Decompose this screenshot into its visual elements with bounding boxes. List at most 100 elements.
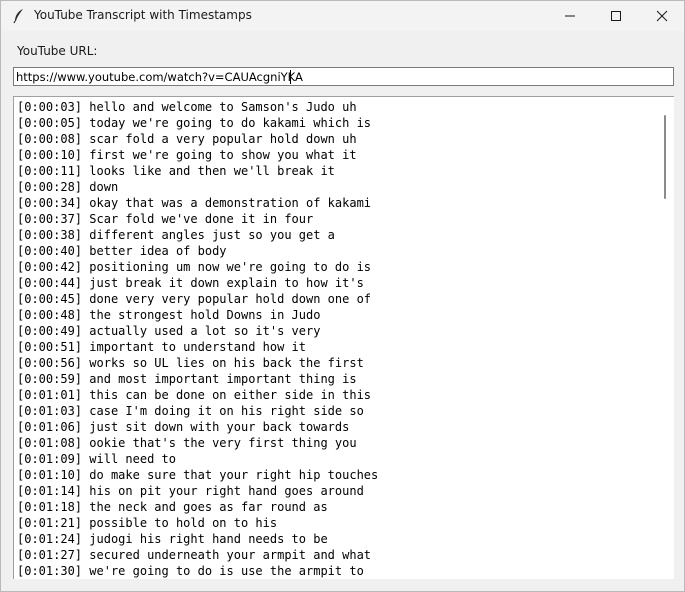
- transcript-timestamp: [0:01:21]: [17, 516, 83, 530]
- url-label: YouTube URL:: [17, 44, 98, 58]
- transcript-line: [0:00:44] just break it down explain to …: [17, 275, 378, 291]
- transcript-timestamp: [0:01:24]: [17, 532, 83, 546]
- transcript-text: down: [89, 180, 119, 194]
- transcript-line: [0:00:37] Scar fold we've done it in fou…: [17, 211, 378, 227]
- transcript-line: [0:00:56] works so UL lies on his back t…: [17, 355, 378, 371]
- maximize-button[interactable]: [593, 1, 639, 31]
- transcript-timestamp: [0:00:44]: [17, 276, 83, 290]
- url-input[interactable]: [13, 67, 674, 86]
- minimize-icon: [564, 7, 576, 26]
- transcript-timestamp: [0:01:01]: [17, 388, 83, 402]
- close-icon: [656, 7, 668, 26]
- transcript-timestamp: [0:00:08]: [17, 132, 83, 146]
- transcript-timestamp: [0:01:18]: [17, 500, 83, 514]
- transcript-scrollbar[interactable]: [658, 99, 672, 577]
- transcript-line: [0:01:09] will need to: [17, 451, 378, 467]
- transcript-text: first we're going to show you what it: [89, 148, 357, 162]
- transcript-timestamp: [0:00:37]: [17, 212, 83, 226]
- transcript-text: do make sure that your right hip touches: [89, 468, 379, 482]
- transcript-line: [0:01:27] secured underneath your armpit…: [17, 547, 378, 563]
- transcript-timestamp: [0:01:10]: [17, 468, 83, 482]
- transcript-line: [0:01:24] judogi his right hand needs to…: [17, 531, 378, 547]
- transcript-line: [0:01:10] do make sure that your right h…: [17, 467, 378, 483]
- transcript-line: [0:00:34] okay that was a demonstration …: [17, 195, 378, 211]
- transcript-text: just break it down explain to how it's: [89, 276, 364, 290]
- transcript-line: [0:01:21] possible to hold on to his: [17, 515, 378, 531]
- transcript-text: important to understand how it: [89, 340, 307, 354]
- transcript-text: positioning um now we're going to do is: [89, 260, 372, 274]
- transcript-text: scar fold a very popular hold down uh: [89, 132, 357, 146]
- text-caret: [290, 70, 291, 84]
- transcript-line: [0:00:38] different angles just so you g…: [17, 227, 378, 243]
- transcript-line: [0:00:49] actually used a lot so it's ve…: [17, 323, 378, 339]
- transcript-text: Scar fold we've done it in four: [89, 212, 314, 226]
- transcript-line: [0:00:59] and most important important t…: [17, 371, 378, 387]
- transcript-line: [0:00:48] the strongest hold Downs in Ju…: [17, 307, 378, 323]
- transcript-line: [0:00:51] important to understand how it: [17, 339, 378, 355]
- maximize-icon: [610, 7, 622, 26]
- transcript-timestamp: [0:00:11]: [17, 164, 83, 178]
- transcript-timestamp: [0:00:48]: [17, 308, 83, 322]
- transcript-line: [0:00:28] down: [17, 179, 378, 195]
- transcript-text: secured underneath your armpit and what: [89, 548, 372, 562]
- close-button[interactable]: [639, 1, 685, 31]
- transcript-text: just sit down with your back towards: [89, 420, 350, 434]
- transcript-text: this can be done on either side in this: [89, 388, 372, 402]
- transcript-text: today we're going to do kakami which is: [89, 116, 372, 130]
- transcript-text-area[interactable]: [0:00:03] hello and welcome to Samson's …: [13, 96, 674, 579]
- transcript-line: [0:00:45] done very very popular hold do…: [17, 291, 378, 307]
- transcript-lines: [0:00:03] hello and welcome to Samson's …: [17, 99, 378, 579]
- transcript-text: looks like and then we'll break it: [89, 164, 335, 178]
- transcript-line: [0:01:30] we're going to do is use the a…: [17, 563, 378, 579]
- scrollbar-thumb[interactable]: [664, 115, 666, 199]
- transcript-line: [0:00:10] first we're going to show you …: [17, 147, 378, 163]
- transcript-text: ookie that's the very first thing you: [89, 436, 357, 450]
- minimize-button[interactable]: [547, 1, 593, 31]
- transcript-line: [0:01:08] ookie that's the very first th…: [17, 435, 378, 451]
- transcript-timestamp: [0:00:05]: [17, 116, 83, 130]
- transcript-text: hello and welcome to Samson's Judo uh: [89, 100, 357, 114]
- window-title: YouTube Transcript with Timestamps: [34, 8, 252, 22]
- transcript-text: the neck and goes as far round as: [89, 500, 328, 514]
- transcript-line: [0:01:03] case I'm doing it on his right…: [17, 403, 378, 419]
- transcript-timestamp: [0:01:08]: [17, 436, 83, 450]
- transcript-timestamp: [0:00:38]: [17, 228, 83, 242]
- transcript-text: possible to hold on to his: [89, 516, 278, 530]
- transcript-timestamp: [0:01:03]: [17, 404, 83, 418]
- transcript-timestamp: [0:00:10]: [17, 148, 83, 162]
- transcript-timestamp: [0:00:42]: [17, 260, 83, 274]
- transcript-line: [0:00:40] better idea of body: [17, 243, 378, 259]
- transcript-text: and most important important thing is: [89, 372, 357, 386]
- transcript-timestamp: [0:00:45]: [17, 292, 83, 306]
- transcript-text: we're going to do is use the armpit to: [89, 564, 364, 578]
- transcript-timestamp: [0:01:09]: [17, 452, 83, 466]
- transcript-line: [0:01:18] the neck and goes as far round…: [17, 499, 378, 515]
- transcript-text: done very very popular hold down one of: [89, 292, 372, 306]
- feather-icon: [12, 8, 26, 24]
- transcript-text: judogi his right hand needs to be: [89, 532, 328, 546]
- transcript-text: actually used a lot so it's very: [89, 324, 321, 338]
- transcript-timestamp: [0:00:56]: [17, 356, 83, 370]
- transcript-line: [0:01:14] his on pit your right hand goe…: [17, 483, 378, 499]
- transcript-timestamp: [0:01:06]: [17, 420, 83, 434]
- transcript-text: case I'm doing it on his right side so: [89, 404, 364, 418]
- transcript-text: better idea of body: [89, 244, 227, 258]
- transcript-timestamp: [0:01:14]: [17, 484, 83, 498]
- transcript-line: [0:00:42] positioning um now we're going…: [17, 259, 378, 275]
- title-bar[interactable]: YouTube Transcript with Timestamps: [1, 1, 684, 31]
- transcript-timestamp: [0:00:28]: [17, 180, 83, 194]
- transcript-text: works so UL lies on his back the first: [89, 356, 364, 370]
- transcript-line: [0:01:06] just sit down with your back t…: [17, 419, 378, 435]
- transcript-line: [0:00:03] hello and welcome to Samson's …: [17, 99, 378, 115]
- transcript-line: [0:00:08] scar fold a very popular hold …: [17, 131, 378, 147]
- transcript-timestamp: [0:00:59]: [17, 372, 83, 386]
- transcript-timestamp: [0:00:49]: [17, 324, 83, 338]
- transcript-timestamp: [0:00:51]: [17, 340, 83, 354]
- transcript-timestamp: [0:00:03]: [17, 100, 83, 114]
- transcript-line: [0:00:05] today we're going to do kakami…: [17, 115, 378, 131]
- transcript-text: okay that was a demonstration of kakami: [89, 196, 372, 210]
- transcript-timestamp: [0:00:34]: [17, 196, 83, 210]
- transcript-timestamp: [0:01:27]: [17, 548, 83, 562]
- transcript-text: the strongest hold Downs in Judo: [89, 308, 321, 322]
- transcript-timestamp: [0:01:30]: [17, 564, 83, 578]
